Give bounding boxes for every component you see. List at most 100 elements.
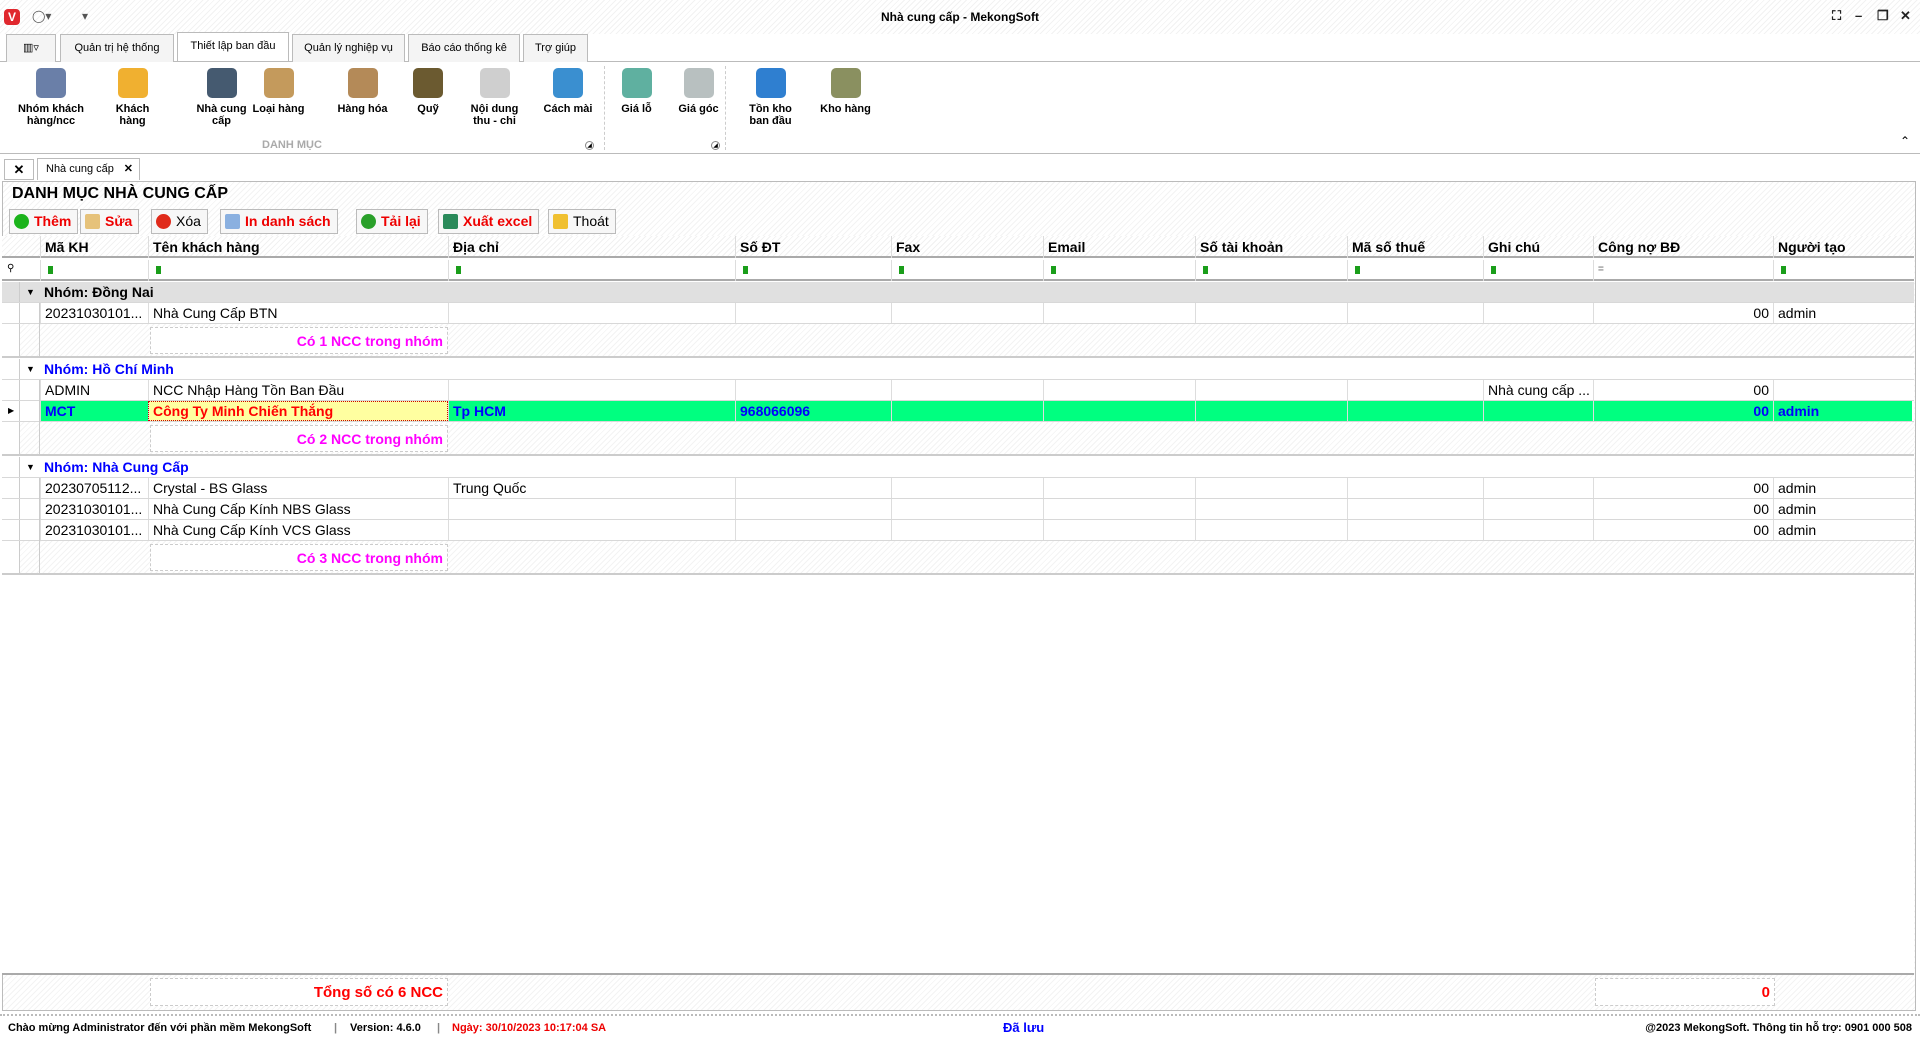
cell[interactable] xyxy=(1347,303,1483,323)
cell[interactable] xyxy=(735,520,891,540)
cell[interactable]: Nhà Cung Cấp Kính NBS Glass xyxy=(148,499,448,519)
filter-cell[interactable] xyxy=(891,260,1043,281)
cell[interactable] xyxy=(1195,303,1347,323)
cell[interactable] xyxy=(891,380,1043,400)
filter-cell[interactable] xyxy=(1773,260,1912,281)
cell[interactable] xyxy=(1195,401,1347,421)
filter-cell[interactable] xyxy=(1195,260,1347,281)
cell[interactable] xyxy=(1195,380,1347,400)
filter-cell[interactable] xyxy=(1043,260,1195,281)
cell[interactable]: 00 xyxy=(1593,478,1773,498)
cell[interactable] xyxy=(1483,499,1593,519)
exit-button[interactable]: Thoát xyxy=(548,209,616,234)
cell[interactable] xyxy=(448,303,735,323)
tab-system[interactable]: Quản trị hệ thống xyxy=(60,34,174,62)
column-header[interactable]: Số ĐT xyxy=(735,236,891,258)
collapse-group-icon[interactable]: ▼ xyxy=(26,359,35,379)
column-header[interactable]: Công nợ BĐ xyxy=(1593,236,1773,258)
cell[interactable]: admin xyxy=(1773,520,1912,540)
ribbon-button[interactable]: Kho hàng xyxy=(811,68,880,115)
screenshot-icon[interactable]: ⛶ xyxy=(1832,8,1841,24)
cell[interactable] xyxy=(1043,303,1195,323)
ribbon-button[interactable]: Tồn kho ban đầu xyxy=(740,68,801,127)
cell[interactable] xyxy=(735,499,891,519)
cell[interactable] xyxy=(891,499,1043,519)
cell[interactable] xyxy=(1483,520,1593,540)
filter-cell[interactable] xyxy=(1347,260,1483,281)
cell[interactable]: 968066096 xyxy=(735,401,891,421)
filter-cell[interactable] xyxy=(40,260,148,281)
cell[interactable]: ADMIN xyxy=(40,380,148,400)
cell[interactable] xyxy=(448,380,735,400)
cell[interactable] xyxy=(1347,401,1483,421)
cell[interactable] xyxy=(891,478,1043,498)
tab-initial-setup[interactable]: Thiết lập ban đầu xyxy=(177,32,289,61)
restore-button[interactable]: ❐ xyxy=(1877,8,1889,24)
close-tab-icon[interactable]: ✕ xyxy=(124,159,133,179)
edit-button[interactable]: Sửa xyxy=(80,209,140,234)
cell[interactable] xyxy=(448,520,735,540)
cell[interactable] xyxy=(891,303,1043,323)
ribbon-button[interactable]: Nội dung thu - chi xyxy=(458,68,531,127)
close-all-tabs-button[interactable]: ✕ xyxy=(4,159,34,180)
ribbon-button[interactable]: Giá lỗ xyxy=(612,68,661,115)
tab-reports[interactable]: Báo cáo thống kê xyxy=(408,34,520,62)
ribbon-button[interactable]: Giá góc xyxy=(669,68,728,115)
cell[interactable] xyxy=(1347,380,1483,400)
group-row[interactable]: ▼ Nhóm: Hồ Chí Minh xyxy=(2,359,1914,380)
cell[interactable]: NCC Nhập Hàng Tồn Ban Đầu xyxy=(148,380,448,400)
cell[interactable] xyxy=(1347,520,1483,540)
ribbon-button[interactable]: Quỹ xyxy=(411,68,445,115)
cell[interactable] xyxy=(1043,520,1195,540)
tab-business[interactable]: Quản lý nghiệp vụ xyxy=(292,34,405,62)
column-header[interactable]: Số tài khoản xyxy=(1195,236,1347,258)
cell[interactable]: MCT xyxy=(40,401,148,421)
collapse-group-icon[interactable]: ▼ xyxy=(26,282,35,302)
cell[interactable]: 20230705112... xyxy=(40,478,148,498)
tab-help[interactable]: Trợ giúp xyxy=(523,34,588,62)
filter-cell[interactable] xyxy=(448,260,735,281)
delete-button[interactable]: Xóa xyxy=(151,209,208,234)
cell[interactable]: Crystal - BS Glass xyxy=(148,478,448,498)
cell[interactable]: Nhà Cung Cấp Kính VCS Glass xyxy=(148,520,448,540)
group-row[interactable]: ▼ Nhóm: Đồng Nai xyxy=(2,282,1914,303)
cell[interactable]: admin xyxy=(1773,303,1912,323)
reload-button[interactable]: Tải lại xyxy=(356,209,428,234)
cell[interactable] xyxy=(1043,380,1195,400)
cell[interactable]: Nhà Cung Cấp BTN xyxy=(148,303,448,323)
ribbon-menu-icon[interactable]: ▥▿ xyxy=(6,34,56,62)
column-header[interactable]: Email xyxy=(1043,236,1195,258)
cell[interactable] xyxy=(1483,303,1593,323)
group-row[interactable]: ▼ Nhóm: Nhà Cung Cấp xyxy=(2,457,1914,478)
filter-cell[interactable] xyxy=(148,260,448,281)
column-header[interactable]: Địa chỉ xyxy=(448,236,735,258)
close-button[interactable]: ✕ xyxy=(1900,8,1911,24)
ribbon-button[interactable]: Nhóm khách hàng/ncc xyxy=(7,68,95,127)
cell[interactable] xyxy=(735,478,891,498)
cell[interactable] xyxy=(1043,478,1195,498)
cell[interactable]: 20231030101... xyxy=(40,303,148,323)
table-row[interactable]: 20231030101... Nhà Cung Cấp BTN 00 admin xyxy=(2,303,1914,324)
cell[interactable] xyxy=(1195,499,1347,519)
cell[interactable]: Công Ty Minh Chiến Thắng xyxy=(148,401,448,421)
column-header[interactable]: Người tạo xyxy=(1773,236,1912,258)
table-row[interactable]: 20231030101... Nhà Cung Cấp Kính NBS Glas… xyxy=(2,499,1914,520)
table-row[interactable]: ADMIN NCC Nhập Hàng Tồn Ban Đầu Nhà cung c… xyxy=(2,380,1914,401)
cell[interactable] xyxy=(1347,478,1483,498)
cell[interactable]: 00 xyxy=(1593,499,1773,519)
cell[interactable]: 20231030101... xyxy=(40,520,148,540)
cell[interactable] xyxy=(1195,478,1347,498)
cell[interactable]: Nhà cung cấp ... xyxy=(1483,380,1593,400)
cell[interactable] xyxy=(1043,499,1195,519)
cell[interactable]: admin xyxy=(1773,499,1912,519)
cell[interactable]: 00 xyxy=(1593,303,1773,323)
cell[interactable]: 00 xyxy=(1593,520,1773,540)
group-launcher-icon[interactable]: ◢ xyxy=(585,141,594,150)
cell[interactable] xyxy=(735,303,891,323)
cell[interactable] xyxy=(735,380,891,400)
export-excel-button[interactable]: Xuất excel xyxy=(438,209,540,234)
table-row[interactable]: 20230705112... Crystal - BS Glass Trung Qu… xyxy=(2,478,1914,499)
cell[interactable]: 00 xyxy=(1593,401,1773,421)
cell[interactable] xyxy=(891,520,1043,540)
cell[interactable]: admin xyxy=(1773,478,1912,498)
